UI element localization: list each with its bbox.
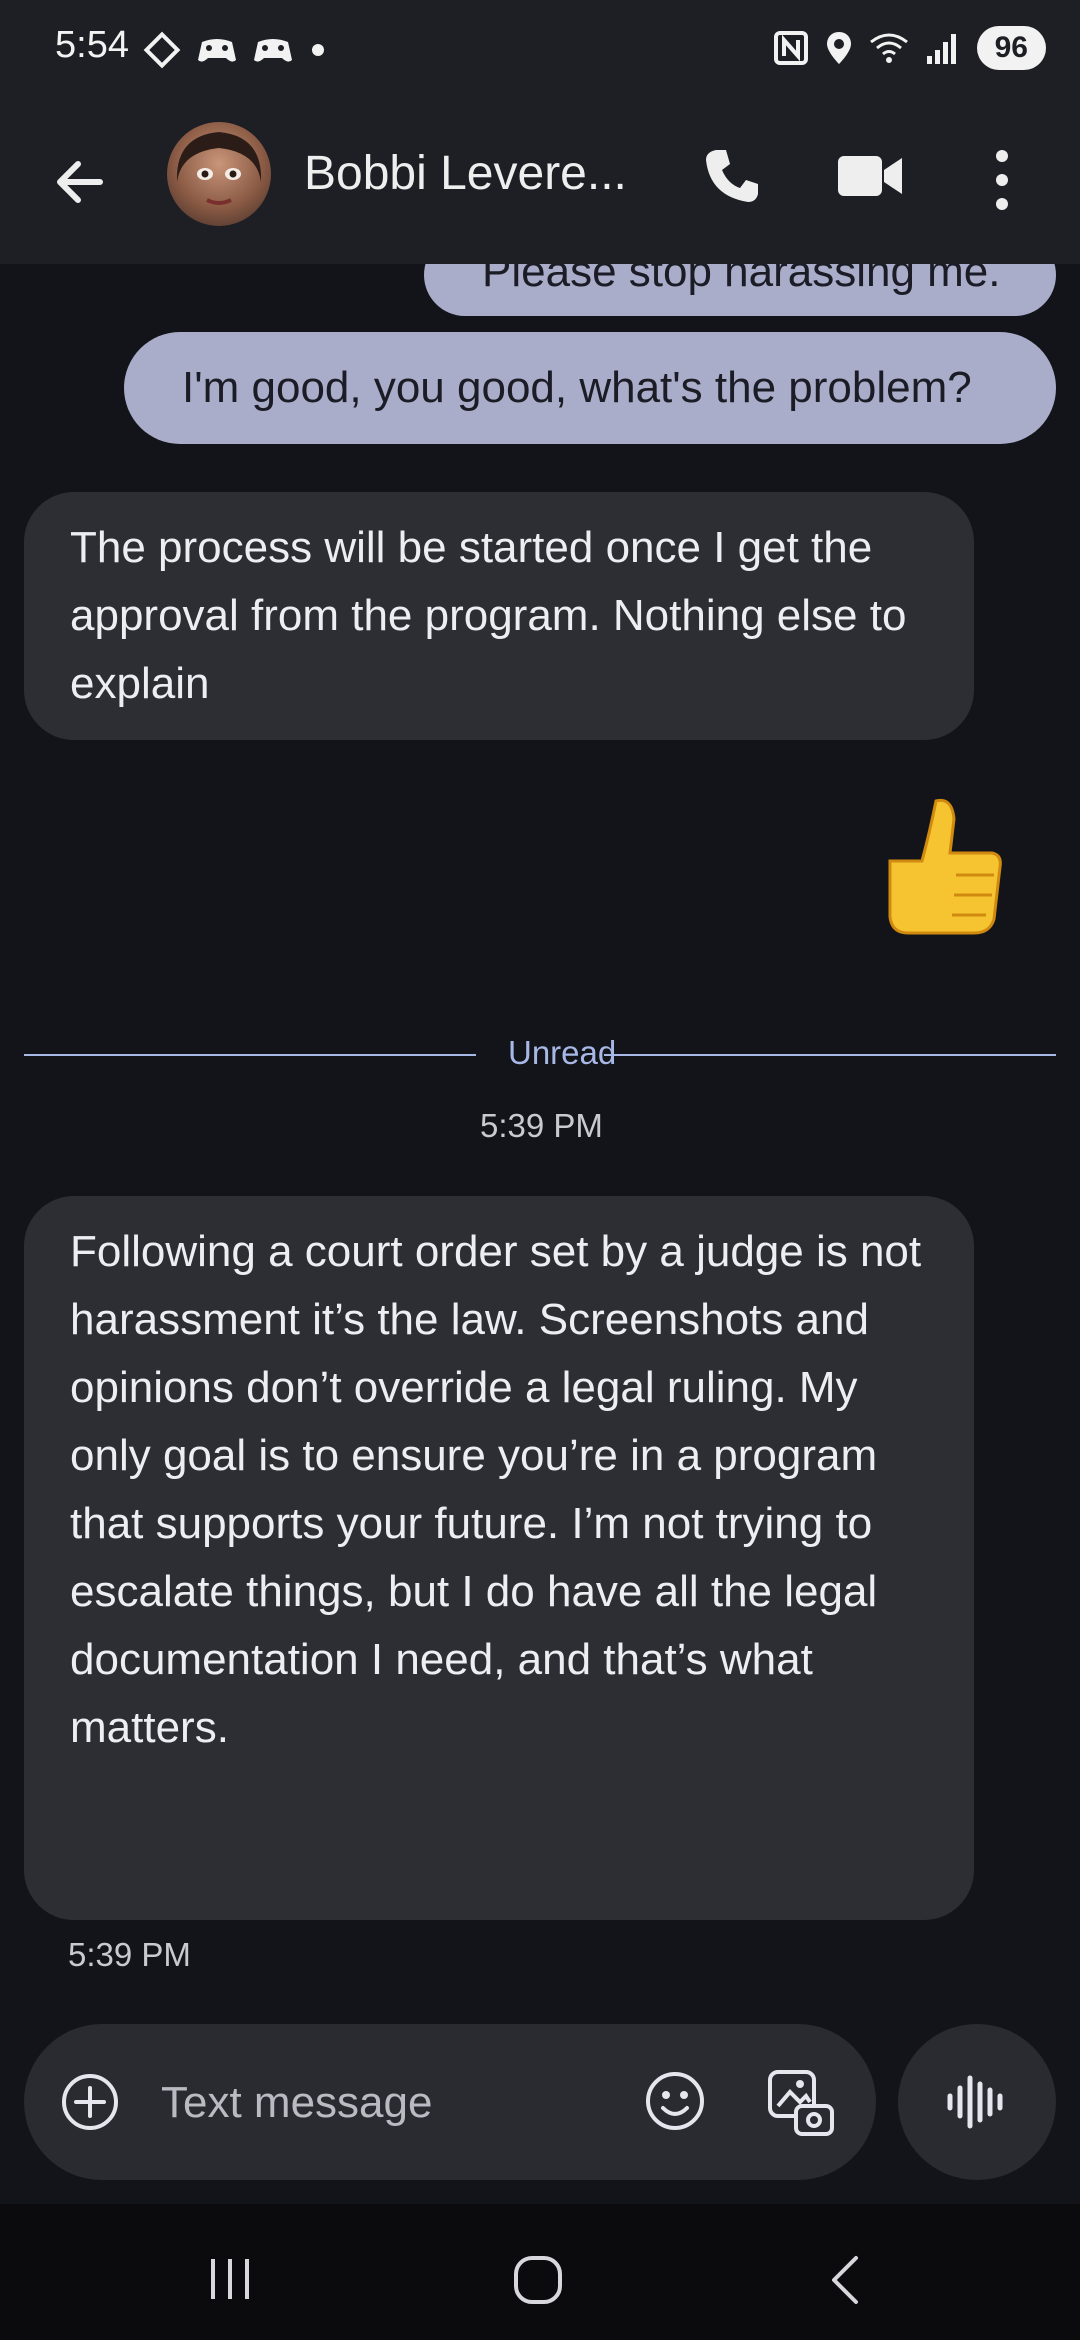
system-navigation-bar: [0, 2204, 1080, 2340]
contact-name[interactable]: Bobbi Levere...: [304, 146, 627, 201]
battery-indicator: 96: [976, 26, 1046, 70]
phone-icon[interactable]: [700, 144, 764, 208]
outgoing-message[interactable]: Please stop harassing me.: [424, 264, 1056, 316]
gallery-icon[interactable]: [766, 2068, 836, 2138]
voice-waveform-icon: [947, 2075, 1003, 2129]
back-icon[interactable]: [820, 2252, 870, 2308]
message-timestamp: 5:39 PM: [68, 1936, 191, 1973]
status-icons-left: [142, 30, 328, 70]
message-text: Following a court order set by a judge i…: [70, 1227, 922, 1752]
gamepad-icon: [198, 39, 236, 62]
status-bar: 5:54 96: [0, 0, 1080, 100]
voice-message-button[interactable]: [898, 2024, 1056, 2180]
incoming-message[interactable]: Following a court order set by a judge i…: [24, 1196, 974, 1920]
video-call-icon[interactable]: [836, 144, 904, 208]
home-icon[interactable]: [510, 2252, 566, 2308]
text-message-input[interactable]: [159, 2068, 633, 2138]
conversation-header: Bobbi Levere...: [0, 100, 1080, 264]
unread-divider: Unread: [24, 1034, 1056, 1074]
notification-dot-icon: [312, 44, 324, 56]
avatar-face-icon: [176, 132, 262, 205]
more-options-icon[interactable]: [982, 144, 1022, 216]
message-text: The process will be started once I get t…: [70, 523, 907, 708]
emoji-icon[interactable]: [644, 2070, 706, 2132]
message-composer: [24, 2024, 876, 2180]
incoming-message[interactable]: The process will be started once I get t…: [24, 492, 974, 740]
message-list[interactable]: Please stop harassing me. I'm good, you …: [0, 264, 1080, 2024]
divider-line: [24, 1054, 476, 1056]
recent-apps-icon[interactable]: [205, 2254, 255, 2304]
unread-timestamp: 5:39 PM: [480, 1107, 603, 1144]
divider-line: [604, 1054, 1056, 1056]
add-attachment-icon[interactable]: [60, 2072, 120, 2132]
reaction-thumbs-up[interactable]: [870, 791, 1010, 941]
status-time: 5:54: [55, 24, 129, 66]
nfc-icon: [773, 31, 808, 65]
thumbs-up-icon: [888, 798, 1002, 935]
contact-avatar[interactable]: [167, 122, 271, 226]
dot-diamond-icon: [143, 31, 181, 69]
unread-label: Unread: [508, 1034, 617, 1071]
status-icons-right: 96: [773, 26, 1046, 70]
message-text: I'm good, you good, what's the problem?: [182, 363, 972, 412]
outgoing-message[interactable]: I'm good, you good, what's the problem?: [124, 332, 1056, 444]
wifi-6-icon: [869, 33, 908, 63]
gamepad-icon: [254, 39, 292, 62]
message-text: Please stop harassing me.: [482, 264, 1001, 296]
back-arrow-icon[interactable]: [48, 150, 112, 214]
location-icon: [826, 32, 851, 64]
signal-icon: [926, 34, 956, 64]
